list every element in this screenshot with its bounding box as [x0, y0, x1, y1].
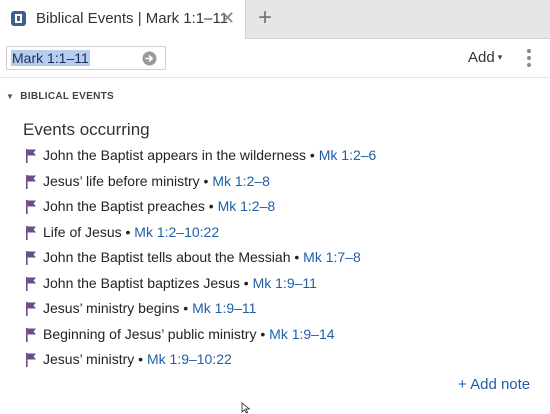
flag-icon	[26, 302, 36, 316]
add-menu-button[interactable]: Add ▾	[468, 49, 502, 66]
event-reference-link[interactable]: Mk 1:9–10:22	[147, 351, 232, 367]
reference-input[interactable]: Mark 1:1–11	[6, 46, 166, 70]
separator: •	[121, 223, 135, 240]
more-vertical-icon[interactable]	[526, 49, 532, 67]
event-reference-link[interactable]: Mk 1:2–8	[218, 198, 276, 214]
event-reference-link[interactable]: Mk 1:2–6	[319, 147, 377, 163]
event-reference-link[interactable]: Mk 1:9–14	[269, 326, 334, 342]
flag-icon	[26, 353, 36, 367]
reference-input-value[interactable]: Mark 1:1–11	[11, 50, 90, 66]
event-reference-link[interactable]: Mk 1:2–10:22	[134, 224, 219, 240]
flag-icon	[26, 327, 36, 342]
flag-icon	[26, 149, 36, 163]
separator: •	[306, 147, 319, 163]
section-title: BIBLICAL EVENTS	[20, 91, 114, 102]
event-name[interactable]: John the Baptist baptizes Jesus	[43, 275, 240, 291]
flag-icon	[26, 174, 36, 189]
event-name[interactable]: Jesus’ ministry	[43, 351, 134, 367]
collapse-caret-icon: ▼	[6, 92, 15, 101]
separator: •	[179, 300, 193, 316]
flag-icon	[26, 251, 36, 265]
event-name[interactable]: Life of Jesus	[43, 224, 122, 240]
flag-icon	[26, 200, 36, 214]
separator: •	[134, 351, 147, 367]
chevron-down-icon: ▾	[497, 52, 503, 62]
event-name[interactable]: John the Baptist preaches	[43, 198, 205, 214]
section-header-biblical-events[interactable]: ▼ BIBLICAL EVENTS	[6, 91, 114, 102]
events-heading: Events occurring	[23, 120, 150, 139]
go-arrow-icon[interactable]	[142, 51, 157, 66]
flag-icon	[26, 276, 36, 291]
mouse-cursor-icon	[241, 402, 251, 414]
event-name[interactable]: John the Baptist appears in the wilderne…	[43, 147, 306, 163]
toolbar: Mark 1:1–11 Add ▾	[0, 39, 550, 78]
new-tab-button[interactable]: +	[258, 5, 272, 31]
separator: •	[290, 249, 304, 265]
tab-title: Biblical Events | Mark 1:1–11	[36, 10, 229, 27]
tab-bar: Biblical Events | Mark 1:1–11 ✕ +	[0, 0, 550, 39]
book-icon	[11, 11, 26, 26]
event-name[interactable]: John the Baptist tells about the Messiah	[43, 249, 290, 265]
tab-biblical-events[interactable]: Biblical Events | Mark 1:1–11 ✕	[0, 0, 246, 39]
separator: •	[256, 325, 270, 342]
event-reference-link[interactable]: Mk 1:9–11	[253, 275, 317, 291]
event-name[interactable]: Jesus’ ministry begins	[43, 300, 179, 316]
event-reference-link[interactable]: Mk 1:2–8	[212, 173, 270, 189]
event-name[interactable]: Jesus’ life before ministry	[43, 173, 200, 189]
separator: •	[204, 198, 218, 214]
event-name[interactable]: Beginning of Jesus’ public ministry	[43, 326, 256, 342]
event-reference-link[interactable]: Mk 1:7–8	[303, 249, 361, 265]
separator: •	[199, 172, 213, 189]
event-reference-link[interactable]: Mk 1:9–11	[192, 300, 256, 316]
separator: •	[239, 274, 253, 291]
flag-icon	[26, 225, 36, 240]
add-menu-label: Add	[468, 49, 495, 66]
add-note-button[interactable]: + Add note	[458, 376, 530, 393]
close-icon[interactable]: ✕	[220, 7, 235, 29]
